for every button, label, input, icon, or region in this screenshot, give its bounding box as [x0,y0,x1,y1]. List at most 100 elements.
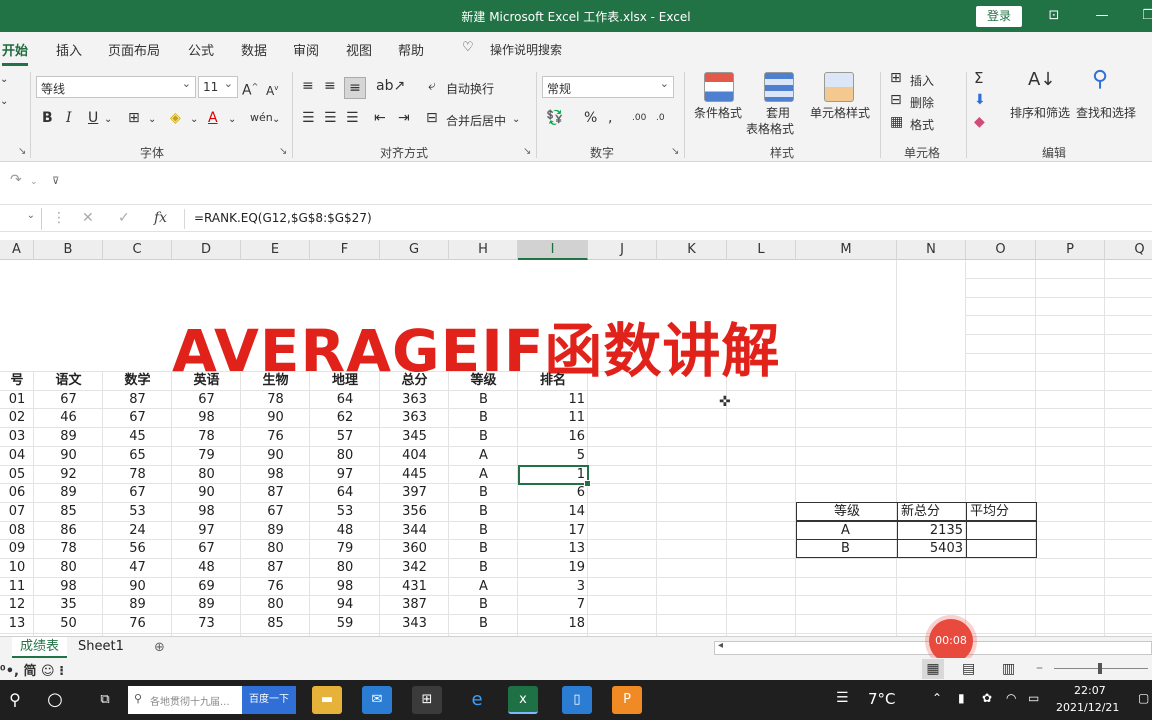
font-name-select[interactable]: 等线 [36,76,196,98]
table-cell[interactable]: 04 [0,446,34,465]
taskbar-search-input[interactable]: 各地贯彻十九届... [150,693,230,708]
decrease-indent-icon[interactable]: ⇤ [374,108,386,128]
align-bottom-icon[interactable]: ≡ [344,77,366,99]
table-cell[interactable]: 79 [172,446,241,465]
clear-icon[interactable]: ◆ [974,112,985,132]
table-format-label-2[interactable]: 表格格式 [746,120,794,137]
redo-icon[interactable]: ↷ [10,170,22,190]
column-header-g[interactable]: G [380,240,449,260]
format-cells-button[interactable]: 格式 [910,116,934,133]
table-cell[interactable]: 45 [103,427,172,446]
table-cell[interactable]: 363 [380,390,449,409]
column-header-n[interactable]: N [897,240,966,260]
table-cell[interactable]: 431 [380,577,449,596]
table-cell[interactable]: 90 [241,446,310,465]
tell-me-search[interactable]: 操作说明搜索 [490,41,562,58]
delete-cells-icon[interactable]: ⊟ [890,90,902,110]
table-cell[interactable]: 05 [0,465,34,484]
table-header-cell[interactable]: 英语 [172,371,241,390]
merge-center-icon[interactable]: ⊟ [426,108,438,128]
underline-icon[interactable]: U [88,108,98,128]
phonetic-dropdown-icon[interactable]: ⌄ [272,110,280,130]
tab-insert[interactable]: 插入 [56,40,82,59]
summary-cell[interactable]: 2135 [897,520,967,540]
increase-decimal-icon[interactable]: .00 [632,108,646,128]
ribbon-display-icon[interactable]: ⊡ [1042,6,1066,26]
table-cell[interactable]: 50 [34,614,103,633]
column-header-j[interactable]: J [588,240,657,260]
column-header-o[interactable]: O [966,240,1036,260]
table-format-icon[interactable] [764,72,794,102]
table-cell[interactable]: 344 [380,521,449,540]
customize-qat-icon[interactable]: ⊽ [52,172,59,192]
copy-icon[interactable]: ⌄ [0,92,8,112]
table-cell[interactable]: 98 [241,465,310,484]
tab-page-layout[interactable]: 页面布局 [108,40,160,59]
table-cell[interactable]: 64 [310,483,380,502]
summary-cell[interactable]: 5403 [897,539,967,559]
table-cell[interactable]: 87 [241,483,310,502]
table-cell[interactable]: B [449,521,518,540]
table-cell[interactable]: 12 [0,595,34,614]
table-cell[interactable]: 98 [172,408,241,427]
align-left-icon[interactable]: ☰ [302,108,315,128]
table-cell[interactable]: 363 [380,408,449,427]
table-cell[interactable]: 65 [103,446,172,465]
tab-help[interactable]: 帮助 [398,40,424,59]
column-header-f[interactable]: F [310,240,380,260]
login-button[interactable]: 登录 [976,6,1022,27]
table-cell[interactable]: 90 [172,483,241,502]
delete-cells-button[interactable]: 删除 [910,94,934,111]
table-cell[interactable]: 76 [241,577,310,596]
fill-down-icon[interactable]: ⬇ [974,90,986,110]
shrink-font-icon[interactable]: Av [266,78,278,101]
font-color-dropdown-icon[interactable]: ⌄ [228,110,236,130]
italic-icon[interactable]: I [66,108,72,128]
grow-font-icon[interactable]: A^ [242,77,258,101]
accounting-format-icon[interactable]: 💱 [546,108,563,128]
notifications-icon[interactable]: ▢ [1138,691,1149,705]
table-format-label-1[interactable]: 套用 [766,104,790,121]
table-cell[interactable]: 67 [172,390,241,409]
find-select-button[interactable]: 查找和选择 [1076,104,1136,121]
summary-cell[interactable]: A [796,520,898,540]
table-header-cell[interactable]: 地理 [310,371,380,390]
table-cell[interactable]: 78 [172,427,241,446]
table-cell[interactable]: 16 [518,427,588,446]
search-icon[interactable]: ⚲ [0,686,30,714]
table-header-cell[interactable]: 数学 [103,371,172,390]
minimize-icon[interactable]: — [1090,6,1114,26]
table-cell[interactable]: 90 [34,446,103,465]
summary-cell[interactable] [966,520,1037,540]
tab-view[interactable]: 视图 [346,40,372,59]
table-cell[interactable]: A [449,577,518,596]
table-cell[interactable]: B [449,390,518,409]
restore-icon[interactable]: ❐ [1136,6,1152,26]
table-cell[interactable]: 7 [518,595,588,614]
fill-color-icon[interactable]: ◈ [170,108,181,128]
table-cell[interactable]: 97 [172,521,241,540]
tab-review[interactable]: 审阅 [293,40,319,59]
table-cell[interactable]: 53 [103,502,172,521]
table-cell[interactable]: 67 [241,502,310,521]
formula-input[interactable]: =RANK.EQ(G12,$G$8:$G$27) [194,211,372,225]
sheet-tab-sheet1[interactable]: Sheet1 [70,637,132,658]
table-cell[interactable]: 17 [518,521,588,540]
format-cells-icon[interactable]: ▦ [890,112,903,132]
comma-icon[interactable]: , [608,108,612,128]
task-view-icon[interactable]: ⧉ [90,686,120,714]
tray-chevron-icon[interactable]: ⌃ [932,691,942,705]
align-right-icon[interactable]: ☰ [346,108,359,128]
table-cell[interactable]: 69 [172,577,241,596]
table-cell[interactable]: 62 [310,408,380,427]
table-cell[interactable]: 445 [380,465,449,484]
table-cell[interactable]: 10 [0,558,34,577]
column-header-l[interactable]: L [727,240,796,260]
table-cell[interactable]: 343 [380,614,449,633]
network-icon[interactable]: ◠ [1006,691,1016,705]
table-cell[interactable]: 76 [241,427,310,446]
table-cell[interactable]: 13 [518,539,588,558]
table-cell[interactable]: 06 [0,483,34,502]
summary-header-cell[interactable]: 等级 [796,501,898,521]
table-cell[interactable]: 342 [380,558,449,577]
